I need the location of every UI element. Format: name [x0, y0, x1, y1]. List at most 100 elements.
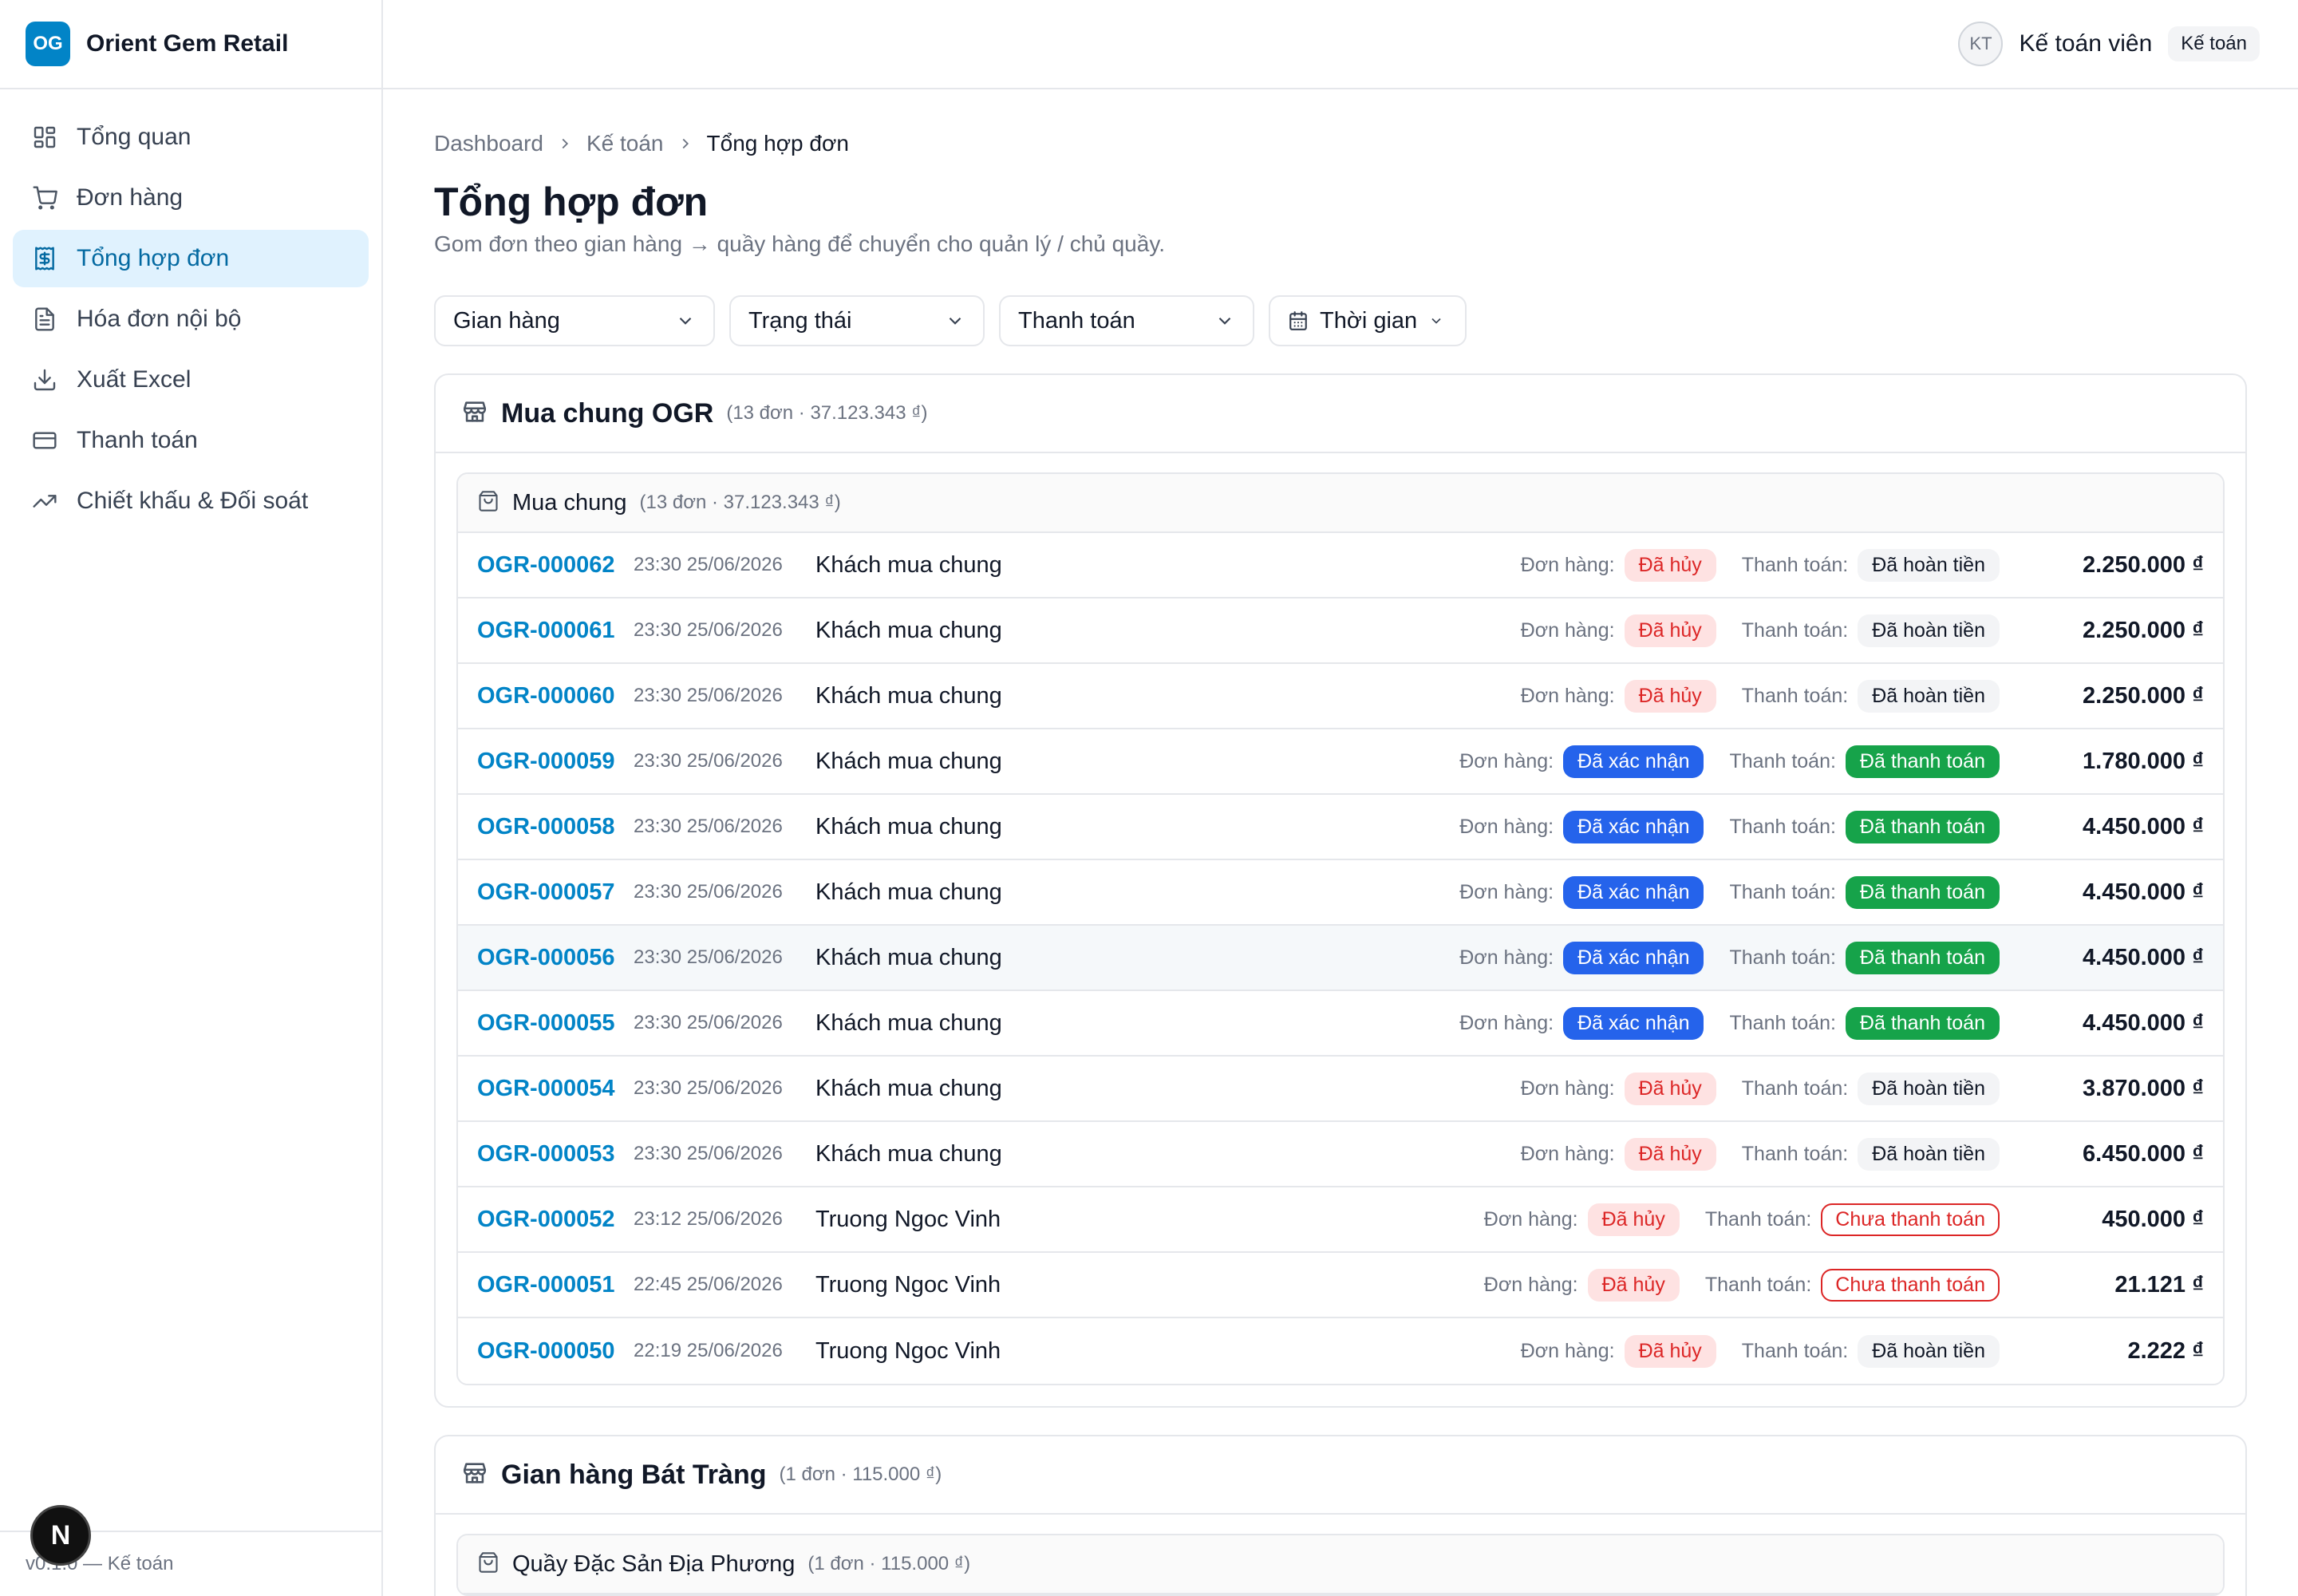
payment-filter-label: Thanh toán: [1018, 307, 1135, 334]
order-status-label: Đơn hàng:: [1483, 1207, 1578, 1231]
sidebar-item-label: Xuất Excel: [77, 366, 192, 393]
payment-status-group: Thanh toán: Chưa thanh toán: [1705, 1203, 2000, 1236]
sidebar-item-xuat-excel[interactable]: Xuất Excel: [13, 351, 369, 409]
order-id-link[interactable]: OGR-000059: [477, 749, 634, 775]
order-row[interactable]: OGR-000055 23:30 25/06/2026 Khách mua chun…: [458, 991, 2223, 1057]
order-row[interactable]: OGR-000050 22:19 25/06/2026 Truong Ngoc Vi…: [458, 1318, 2223, 1384]
store-group-header[interactable]: Gian hàng Bát Tràng (1 đơn · 115.000 ₫): [436, 1436, 2245, 1515]
store-icon: [461, 1460, 488, 1491]
counter-group-header[interactable]: Quầy Đặc Sản Địa Phương (1 đơn · 115.000 …: [458, 1535, 2223, 1594]
order-row[interactable]: OGR-000052 23:12 25/06/2026 Truong Ngoc Vi…: [458, 1187, 2223, 1253]
order-id-link[interactable]: OGR-000053: [477, 1141, 634, 1167]
store-filter-select[interactable]: Gian hàng: [434, 295, 715, 346]
sidebar-item-label: Hóa đơn nội bộ: [77, 306, 242, 332]
avatar[interactable]: KT: [1958, 22, 2004, 66]
payment-status-badge: Chưa thanh toán: [1821, 1203, 2000, 1236]
order-id-link[interactable]: OGR-000061: [477, 618, 634, 644]
order-amount: 2.222 ₫: [2127, 1337, 2204, 1364]
sidebar-item-tong-hop-don[interactable]: Tổng hợp đơn: [13, 230, 369, 287]
order-customer: Khách mua chung: [815, 617, 1002, 643]
breadcrumb-link-dashboard[interactable]: Dashboard: [434, 131, 543, 156]
order-customer: Khách mua chung: [815, 944, 1002, 970]
order-amount: 6.450.000 ₫: [2083, 1140, 2204, 1167]
order-id-link[interactable]: OGR-000060: [477, 683, 634, 709]
order-id-link[interactable]: OGR-000052: [477, 1207, 634, 1233]
counter-group-card: Quầy Đặc Sản Địa Phương (1 đơn · 115.000 …: [456, 1534, 2225, 1596]
order-amount: 450.000 ₫: [2102, 1206, 2204, 1232]
payment-status-group: Thanh toán: Đã hoàn tiền: [1742, 1072, 2000, 1105]
sidebar-item-thanh-toan[interactable]: Thanh toán: [13, 412, 369, 469]
order-row[interactable]: OGR-000059 23:30 25/06/2026 Khách mua chun…: [458, 729, 2223, 795]
order-row[interactable]: OGR-000062 23:30 25/06/2026 Khách mua chun…: [458, 533, 2223, 598]
order-time: 23:30 25/06/2026: [634, 1143, 783, 1164]
nextjs-dev-indicator[interactable]: N: [30, 1505, 91, 1566]
order-row[interactable]: OGR-000051 22:45 25/06/2026 Truong Ngoc Vi…: [458, 1253, 2223, 1318]
store-filter-label: Gian hàng: [453, 307, 560, 334]
order-row[interactable]: OGR-000060 23:30 25/06/2026 Khách mua chun…: [458, 664, 2223, 729]
brand[interactable]: OG Orient Gem Retail: [0, 0, 381, 89]
order-time: 23:12 25/06/2026: [634, 1208, 783, 1230]
sidebar-item-don-hang[interactable]: Đơn hàng: [13, 169, 369, 227]
store-group-header[interactable]: Mua chung OGR (13 đơn · 37.123.343 ₫): [436, 375, 2245, 453]
order-time: 22:19 25/06/2026: [634, 1340, 783, 1361]
chevron-right-icon: [677, 135, 694, 152]
payment-status-badge: Đã thanh toán: [1845, 810, 2000, 843]
store-summary: (1 đơn · 115.000 ₫): [779, 1464, 942, 1485]
order-id-link[interactable]: OGR-000051: [477, 1272, 634, 1298]
order-row[interactable]: OGR-000057 23:30 25/06/2026 Khách mua chun…: [458, 860, 2223, 926]
order-row[interactable]: OGR-000053 23:30 25/06/2026 Khách mua chun…: [458, 1122, 2223, 1187]
status-filter-select[interactable]: Trạng thái: [729, 295, 985, 346]
order-customer: Truong Ngoc Vinh: [815, 1337, 1001, 1364]
order-status-group: Đơn hàng: Đã xác nhận: [1459, 1006, 1704, 1040]
payment-status-group: Thanh toán: Chưa thanh toán: [1705, 1268, 2000, 1302]
status-filter-label: Trạng thái: [748, 307, 852, 334]
order-status-badge: Đã hủy: [1624, 548, 1716, 582]
payment-status-group: Thanh toán: Đã thanh toán: [1729, 875, 2000, 909]
payment-filter-select[interactable]: Thanh toán: [999, 295, 1254, 346]
sidebar-nav: Tổng quan Đơn hàng Tổng hợp đơn Hóa đơn …: [0, 89, 381, 552]
store-group-card: Gian hàng Bát Tràng (1 đơn · 115.000 ₫) Qu…: [434, 1435, 2247, 1596]
order-status-label: Đơn hàng:: [1520, 553, 1615, 576]
order-row[interactable]: OGR-000058 23:30 25/06/2026 Khách mua chun…: [458, 795, 2223, 860]
counter-group-header[interactable]: Mua chung (13 đơn · 37.123.343 ₫): [458, 474, 2223, 533]
order-status-badge: Đã xác nhận: [1563, 875, 1704, 909]
payment-status-group: Thanh toán: Đã thanh toán: [1729, 941, 2000, 974]
order-time: 23:30 25/06/2026: [634, 881, 783, 903]
order-status-group: Đơn hàng: Đã xác nhận: [1459, 810, 1704, 843]
order-id-link[interactable]: OGR-000058: [477, 814, 634, 840]
order-id-link[interactable]: OGR-000057: [477, 879, 634, 906]
sidebar-item-chiet-khau-doi-soat[interactable]: Chiết khấu & Đối soát: [13, 472, 369, 530]
user-name: Kế toán viên: [2019, 30, 2153, 57]
order-row[interactable]: OGR-000054 23:30 25/06/2026 Khách mua chun…: [458, 1057, 2223, 1122]
order-amount: 21.121 ₫: [2114, 1271, 2204, 1298]
order-row[interactable]: OGR-000061 23:30 25/06/2026 Khách mua chun…: [458, 598, 2223, 664]
payment-status-group: Thanh toán: Đã hoàn tiền: [1742, 614, 2000, 647]
counter-summary: (1 đơn · 115.000 ₫): [807, 1553, 971, 1574]
time-filter-button[interactable]: Thời gian: [1269, 295, 1467, 346]
order-id-link[interactable]: OGR-000062: [477, 552, 634, 579]
store-icon: [461, 398, 488, 429]
order-customer: Khách mua chung: [815, 748, 1002, 774]
order-id-link[interactable]: OGR-000056: [477, 945, 634, 971]
payment-status-label: Thanh toán:: [1741, 618, 1849, 642]
sidebar-item-tong-quan[interactable]: Tổng quan: [13, 109, 369, 166]
dashboard-grid-icon: [32, 124, 57, 150]
order-amount: 1.780.000 ₫: [2083, 748, 2204, 774]
payment-status-badge: Đã thanh toán: [1845, 745, 2000, 778]
order-amount: 2.250.000 ₫: [2083, 682, 2204, 709]
breadcrumb-link-ke-toan[interactable]: Kế toán: [586, 131, 664, 156]
store-name: Gian hàng Bát Tràng: [501, 1459, 767, 1490]
order-id-link[interactable]: OGR-000055: [477, 1010, 634, 1037]
sidebar-item-hoa-don-noi-bo[interactable]: Hóa đơn nội bộ: [13, 290, 369, 348]
order-customer: Khách mua chung: [815, 1009, 1002, 1036]
order-status-label: Đơn hàng:: [1459, 815, 1554, 838]
payment-status-label: Thanh toán:: [1741, 684, 1849, 707]
payment-status-label: Thanh toán:: [1729, 815, 1836, 838]
order-status-badge: Đã hủy: [1624, 679, 1716, 713]
order-id-link[interactable]: OGR-000050: [477, 1338, 634, 1365]
shopping-bag-icon: [477, 1551, 499, 1578]
order-id-link[interactable]: OGR-000054: [477, 1076, 634, 1102]
order-time: 23:30 25/06/2026: [634, 685, 783, 706]
order-status-badge: Đã xác nhận: [1563, 941, 1704, 974]
order-row[interactable]: OGR-000056 23:30 25/06/2026 Khách mua chun…: [458, 926, 2223, 991]
